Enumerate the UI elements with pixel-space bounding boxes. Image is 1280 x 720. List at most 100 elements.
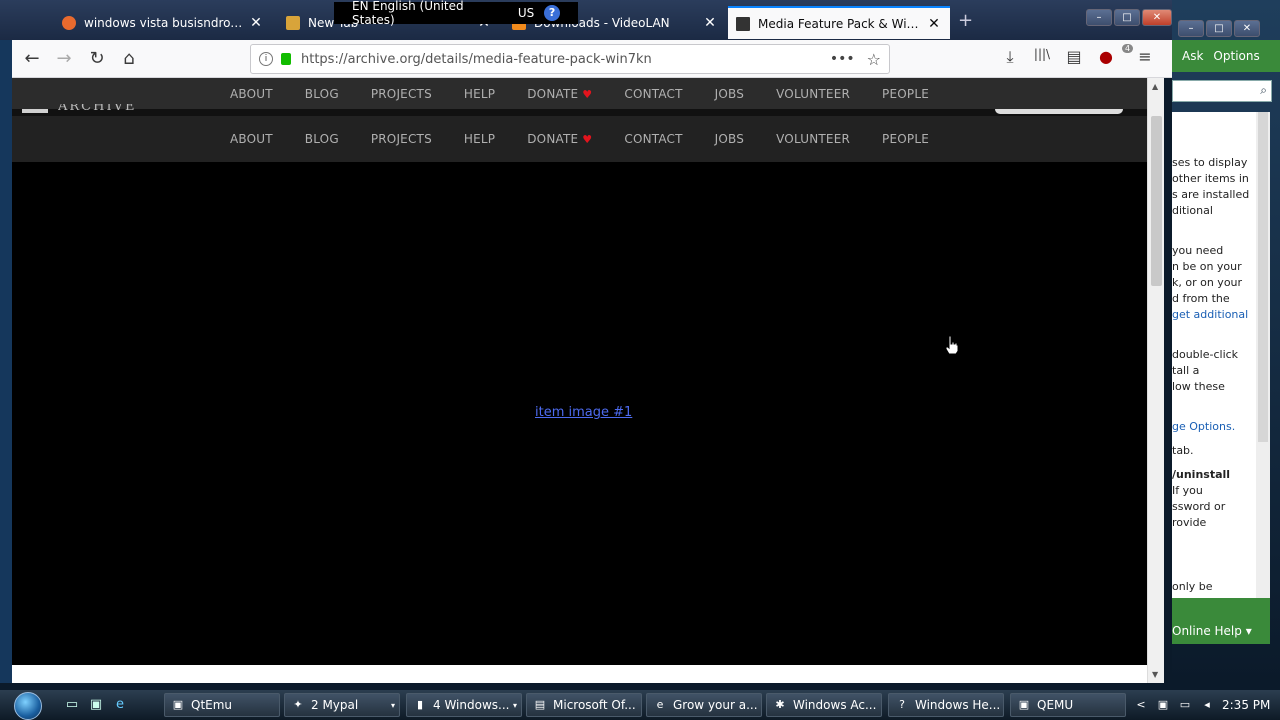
close-window-button[interactable]: ✕ (1142, 9, 1172, 26)
nav-donate[interactable]: DONATE ♥ (511, 87, 608, 101)
help-scrollbar[interactable] (1256, 112, 1270, 598)
nav-blog[interactable]: BLOG (289, 132, 355, 146)
taskbar-item-windows-activation[interactable]: ✱ Windows Ac... (766, 693, 882, 717)
network-icon[interactable]: ▣ (1156, 698, 1170, 712)
help-window-controls: – □ ✕ (1178, 20, 1260, 37)
nav-people[interactable]: PEOPLE (866, 87, 945, 101)
taskbar-item-windows-explorer[interactable]: ▮ 4 Windows... ▾ (406, 693, 522, 717)
help-text-line: If you (1172, 484, 1203, 497)
language-bar[interactable]: EN English (United States) US ? (334, 0, 578, 27)
forward-button[interactable]: → (52, 47, 76, 71)
volume-icon[interactable]: ◂ (1200, 698, 1214, 712)
help-text-line[interactable]: get additional (1172, 308, 1248, 321)
help-close-button[interactable]: ✕ (1234, 20, 1260, 37)
page-bottom-strip (12, 665, 1147, 683)
clock[interactable]: 2:35 PM (1222, 698, 1270, 712)
taskbar-item-qemu[interactable]: ▣ QEMU (1010, 693, 1126, 717)
help-text-line: double-click (1172, 348, 1239, 361)
taskbar-item-microsoft-office[interactable]: ▤ Microsoft Of... (526, 693, 642, 717)
help-scrollbar-thumb[interactable] (1258, 112, 1268, 442)
scrollbar-thumb[interactable] (1151, 116, 1162, 286)
library-icon[interactable]: |||\ (1030, 47, 1054, 61)
taskbar-item-label: 2 Mypal (311, 698, 359, 712)
mypal-icon: ✦ (293, 698, 303, 711)
taskbar-item-label: Microsoft Of... (553, 698, 636, 712)
nav-help[interactable]: HELP (448, 87, 511, 101)
chevron-down-icon[interactable]: ▾ (391, 701, 395, 710)
nav-volunteer[interactable]: VOLUNTEER (760, 87, 866, 101)
nav-donate[interactable]: DONATE ♥ (511, 132, 608, 146)
scroll-down-icon[interactable]: ▼ (1152, 670, 1158, 679)
keyboard-icon[interactable]: US (518, 6, 534, 20)
nav-projects[interactable]: PROJECTS (355, 132, 448, 146)
site-info-icon[interactable]: i (259, 52, 273, 66)
nav-help[interactable]: HELP (448, 132, 511, 146)
nav-about[interactable]: ABOUT (214, 132, 289, 146)
help-minimize-button[interactable]: – (1178, 20, 1204, 37)
page-scrollbar[interactable]: ▲ ▼ (1147, 78, 1164, 683)
help-text-line[interactable]: ge Options. (1172, 420, 1235, 433)
start-button[interactable] (8, 690, 50, 720)
scroll-up-icon[interactable]: ▲ (1152, 82, 1158, 91)
url-bar[interactable]: i https://archive.org/details/media-feat… (250, 44, 890, 74)
mypal-favicon-icon (286, 15, 300, 30)
ublock-icon[interactable]: ● (1094, 47, 1118, 66)
taskbar-item-mypal[interactable]: ✦ 2 Mypal ▾ (284, 693, 400, 717)
navigation-toolbar: ← → ↻ ⌂ i https://archive.org/details/me… (12, 40, 1172, 78)
item-image-link[interactable]: item image #1 (535, 405, 632, 420)
nav-people[interactable]: PEOPLE (866, 132, 945, 146)
search-box-fragment[interactable] (995, 109, 1123, 114)
tab-close-icon[interactable]: ✕ (248, 15, 264, 31)
nav-projects[interactable]: PROJECTS (355, 87, 448, 101)
new-tab-button[interactable]: + (958, 10, 973, 31)
help-text-line: tall a (1172, 364, 1200, 377)
nav-jobs[interactable]: JOBS (699, 87, 760, 101)
taskbar-item-qtemu[interactable]: ▣ QtEmu (164, 693, 280, 717)
show-desktop-icon[interactable]: ▭ (64, 697, 80, 713)
help-text-line: you need (1172, 244, 1224, 257)
search-icon[interactable]: ⌕ (1260, 83, 1267, 98)
menu-icon[interactable]: ≡ (1133, 47, 1157, 66)
nav-about[interactable]: ABOUT (214, 87, 289, 101)
help-icon[interactable]: ? (544, 5, 560, 21)
tab-windows-vista[interactable]: windows vista busisndro.pm/7/ ✕ (54, 6, 272, 39)
monitor-icon[interactable]: ▭ (1178, 698, 1192, 712)
nav-volunteer[interactable]: VOLUNTEER (760, 132, 866, 146)
chevron-down-icon[interactable]: ▾ (513, 701, 517, 710)
home-button[interactable]: ⌂ (117, 47, 141, 71)
archive-logo-icon[interactable] (22, 109, 48, 113)
download-icon[interactable]: ⤓ (998, 47, 1022, 67)
tray-expand-icon[interactable]: < (1134, 698, 1148, 712)
nav-contact[interactable]: CONTACT (608, 132, 698, 146)
tab-close-icon[interactable]: ✕ (702, 15, 718, 31)
internet-explorer-icon[interactable]: e (112, 697, 128, 713)
qtemu-icon: ▣ (172, 698, 184, 711)
tab-label: windows vista busisndro.pm/7/ (84, 15, 244, 30)
nav-blog[interactable]: BLOG (289, 87, 355, 101)
page-actions-icon[interactable]: ••• (830, 51, 855, 67)
help-text-line: rovide (1172, 516, 1207, 529)
reload-button[interactable]: ↻ (85, 47, 109, 71)
help-maximize-button[interactable]: □ (1206, 20, 1232, 37)
nav-jobs[interactable]: JOBS (699, 132, 760, 146)
sidebar-icon[interactable]: ▤ (1062, 47, 1086, 66)
bookmark-star-icon[interactable]: ☆ (867, 50, 881, 69)
lock-icon (281, 53, 291, 65)
maximize-button[interactable]: □ (1114, 9, 1140, 26)
ask-button[interactable]: Ask (1182, 49, 1203, 63)
nav-contact[interactable]: CONTACT (608, 87, 698, 101)
help-text-line: ditional (1172, 204, 1213, 217)
url-text[interactable]: https://archive.org/details/media-featur… (301, 52, 830, 67)
minimize-button[interactable]: – (1086, 9, 1112, 26)
tab-media-feature-pack[interactable]: Media Feature Pack & Window ✕ (728, 6, 950, 39)
taskbar-item-windows-help[interactable]: ? Windows He... (888, 693, 1004, 717)
switch-windows-icon[interactable]: ▣ (88, 697, 104, 713)
options-button[interactable]: Options (1213, 49, 1259, 63)
taskbar-item-grow-your-a[interactable]: e Grow your a... (646, 693, 762, 717)
windows-activation-icon: ✱ (775, 698, 785, 711)
help-search-input[interactable]: ⌕ (1172, 80, 1272, 102)
back-button[interactable]: ← (20, 47, 44, 71)
tab-close-icon[interactable]: ✕ (926, 16, 942, 32)
tab-label: Media Feature Pack & Window (758, 16, 922, 31)
online-help-button[interactable]: Online Help ▾ (1172, 624, 1252, 638)
